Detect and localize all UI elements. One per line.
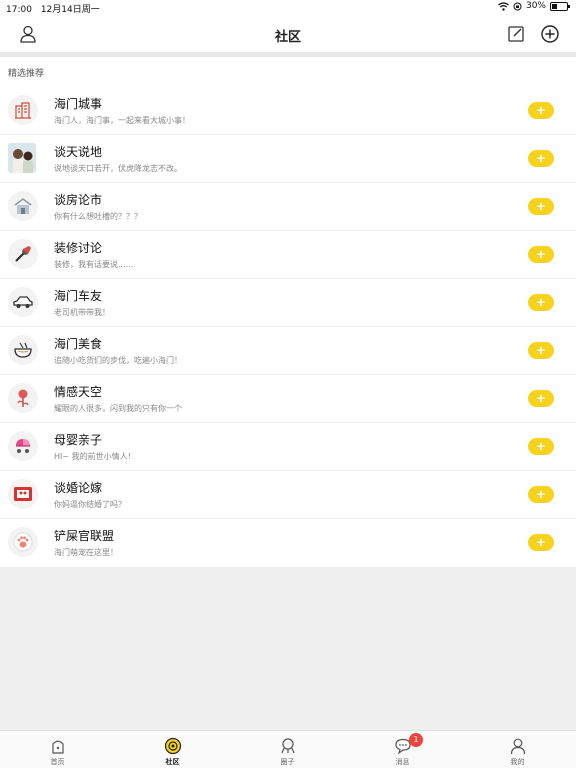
list-item[interactable]: 海门美食 追随小吃货们的步伐，吃遍小海门！ + [0,327,576,375]
paw-icon [8,527,38,557]
circle-icon [280,738,295,754]
community-name: 母婴亲子 [54,433,103,447]
community-desc: 耀眼的人很多，闪到我的只有你一个 [54,404,182,413]
community-desc: HI~ 我的前世小情人！ [54,452,136,461]
join-button[interactable]: + [528,390,554,407]
status-date: 12月14日周一 [40,5,100,15]
stroller-icon [8,431,38,461]
list-item[interactable]: 母婴亲子 HI~ 我的前世小情人！ + [0,423,576,471]
community-desc: 你妈逼你结婚了吗？ [54,500,126,509]
tab-circle[interactable]: 圈子 [230,731,345,768]
join-button[interactable]: + [528,534,554,551]
join-button[interactable]: + [528,198,554,215]
community-desc: 老司机带带我！ [54,308,110,317]
tab-home[interactable]: 首页 [0,731,115,768]
status-time: 17:00 [6,5,32,15]
community-desc: 装修，我有话要说...... [54,260,134,269]
profile-icon [510,738,525,755]
community-name: 情感天空 [54,385,103,399]
tab-messages[interactable]: 1 消息 [345,731,460,768]
status-bar: 17:00 12月14日周一 30% [0,0,576,16]
community-desc: 海门人，海门事，一起来看大城小事！ [54,116,190,125]
compose-icon[interactable] [506,24,526,44]
community-name: 谈房论市 [54,193,103,207]
list-item[interactable]: 情感天空 耀眼的人很多，闪到我的只有你一个 + [0,375,576,423]
join-button[interactable]: + [528,102,554,119]
community-name: 谈婚论嫁 [54,481,103,495]
city-building-icon [8,95,38,125]
community-list: 海门城事 海门人，海门事，一起来看大城小事！ + 谈天说地 说地谈天口若开，伏虎… [0,87,576,567]
community-name: 谈天说地 [54,145,103,159]
join-button[interactable]: + [528,246,554,263]
community-name: 海门美食 [54,337,103,351]
wifi-icon [498,1,509,11]
community-name: 装修讨论 [54,241,103,255]
rose-icon [8,383,38,413]
list-item[interactable]: 装修讨论 装修，我有话要说...... + [0,231,576,279]
tab-label: 首页 [50,758,65,766]
paint-brush-icon [8,239,38,269]
tab-label: 我的 [510,758,525,766]
battery-icon [550,1,570,11]
join-button[interactable]: + [528,150,554,167]
community-desc: 海门萌宠在这里！ [54,548,118,557]
battery-percent: 30% [525,1,546,11]
people-photo-icon [8,143,36,173]
list-item[interactable]: 海门城事 海门人，海门事，一起来看大城小事！ + [0,87,576,135]
tab-label: 圈子 [280,758,295,766]
tab-bar: 首页 社区 圈子 1 消息 我的 [0,730,576,768]
list-item[interactable]: 谈婚论嫁 你妈逼你结婚了吗？ + [0,471,576,519]
car-icon [8,287,38,317]
list-item[interactable]: 海门车友 老司机带带我！ + [0,279,576,327]
orientation-lock-icon [513,2,522,10]
list-item[interactable]: 谈房论市 你有什么想吐槽的？？？ + [0,183,576,231]
wedding-certificate-icon [8,479,38,509]
join-button[interactable]: + [528,342,554,359]
list-item[interactable]: 谈天说地 说地谈天口若开，伏虎降龙志不改。 + [0,135,576,183]
community-name: 海门车友 [54,289,103,303]
community-desc: 说地谈天口若开，伏虎降龙志不改。 [54,164,182,173]
community-desc: 你有什么想吐槽的？？？ [54,212,142,221]
page-title: 社区 [274,30,301,45]
nav-bar: 社区 [0,16,576,52]
join-button[interactable]: + [528,438,554,455]
home-icon [51,740,64,754]
house-icon [8,191,38,221]
community-desc: 追随小吃货们的步伐，吃遍小海门！ [54,356,182,365]
food-bowl-icon [8,335,38,365]
list-item[interactable]: 铲屎官联盟 海门萌宠在这里！ + [0,519,576,567]
tab-label: 消息 [395,758,410,766]
add-circle-icon[interactable] [540,24,560,44]
tab-community[interactable]: 社区 [115,731,230,768]
join-button[interactable]: + [528,294,554,311]
community-name: 海门城事 [54,97,103,111]
community-name: 铲屎官联盟 [54,529,115,543]
join-button[interactable]: + [528,486,554,503]
tab-label: 社区 [165,758,180,766]
tab-profile[interactable]: 我的 [460,731,575,768]
section-label: 精选推荐 [0,57,576,87]
unread-badge: 1 [409,733,423,747]
community-icon [164,737,181,755]
